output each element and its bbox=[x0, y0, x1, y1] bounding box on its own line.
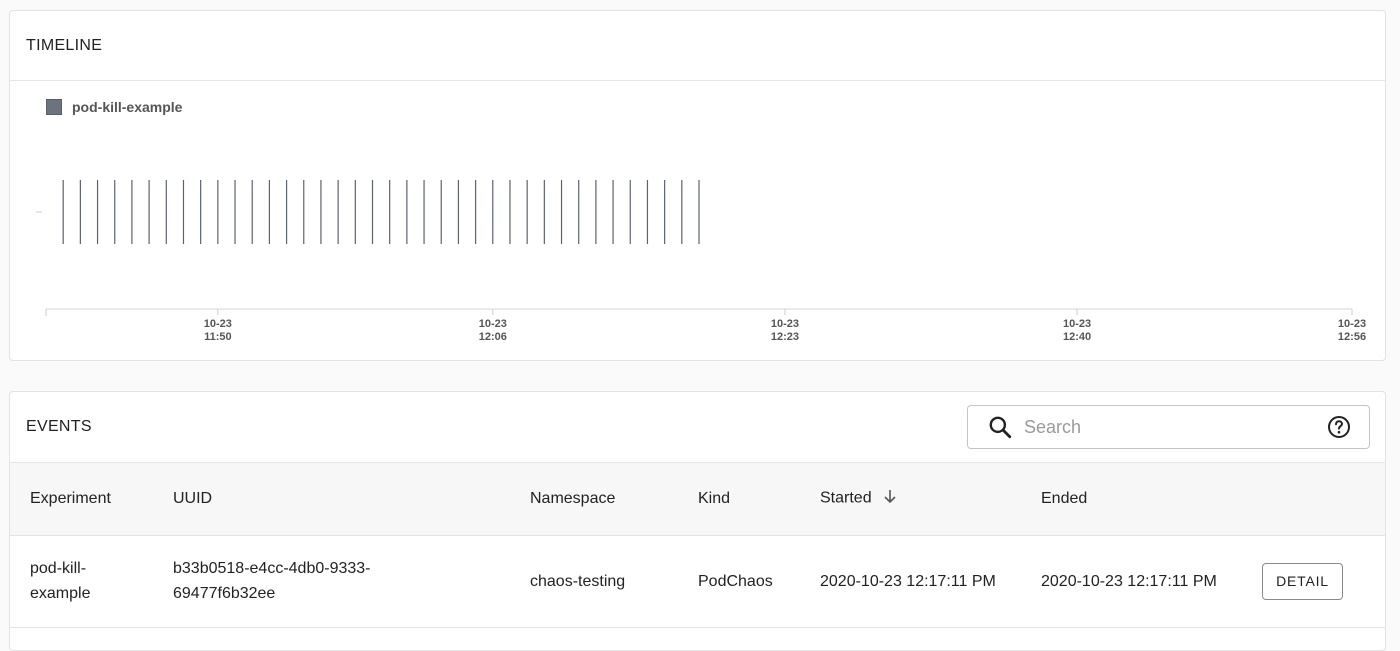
search-input[interactable] bbox=[1024, 416, 1325, 438]
legend-label: pod-kill-example bbox=[72, 99, 183, 115]
sort-arrow-down-icon[interactable] bbox=[882, 488, 898, 509]
timeline-panel: TIMELINE pod-kill-example 10-23 11:50 10-2… bbox=[9, 10, 1386, 361]
cell-namespace: chaos-testing bbox=[530, 572, 626, 590]
table-header-row: Experiment UUID Namespace Kind Started E… bbox=[10, 463, 1385, 535]
column-header-experiment[interactable]: Experiment bbox=[10, 463, 173, 535]
x-tick-label-date: 10-23 bbox=[1338, 318, 1366, 330]
x-tick-label-time: 12:40 bbox=[1063, 331, 1091, 343]
events-table: Experiment UUID Namespace Kind Started E… bbox=[10, 463, 1385, 628]
timeline-chart[interactable]: 10-2311:5010-2312:0610-2312:2310-2312:40… bbox=[10, 131, 1387, 361]
x-tick-label-time: 12:56 bbox=[1338, 331, 1366, 343]
legend-swatch bbox=[46, 99, 62, 115]
events-panel: EVENTS Experiment UUID Namespace Kind St… bbox=[9, 391, 1386, 651]
cell-uuid: b33b0518-e4cc-4db0-9333-69477f6b32ee bbox=[173, 560, 371, 602]
x-tick-label-time: 12:06 bbox=[479, 331, 507, 343]
column-header-namespace[interactable]: Namespace bbox=[530, 463, 698, 535]
chart-legend[interactable]: pod-kill-example bbox=[46, 99, 182, 115]
x-tick-label-date: 10-23 bbox=[1063, 318, 1091, 330]
search-icon bbox=[982, 409, 1018, 445]
column-header-uuid[interactable]: UUID bbox=[173, 463, 530, 535]
cell-ended: 2020-10-23 12:17:11 PM bbox=[1041, 572, 1217, 590]
detail-button[interactable]: DETAIL bbox=[1262, 562, 1343, 600]
x-tick-label-date: 10-23 bbox=[771, 318, 799, 330]
table-row: pod-kill-example b33b0518-e4cc-4db0-9333… bbox=[10, 535, 1385, 627]
column-header-started[interactable]: Started bbox=[820, 463, 1041, 535]
timeline-title: TIMELINE bbox=[10, 11, 1385, 81]
x-tick-label-date: 10-23 bbox=[479, 318, 507, 330]
cell-kind: PodChaos bbox=[698, 572, 773, 590]
column-header-ended[interactable]: Ended bbox=[1041, 463, 1262, 535]
cell-experiment: pod-kill-example bbox=[30, 560, 91, 602]
column-header-kind[interactable]: Kind bbox=[698, 463, 820, 535]
events-header: EVENTS bbox=[10, 392, 1385, 463]
column-header-started-label: Started bbox=[820, 489, 872, 507]
x-tick-label-time: 12:23 bbox=[771, 331, 799, 343]
x-tick-label-time: 11:50 bbox=[204, 331, 232, 343]
search-field[interactable] bbox=[967, 405, 1370, 449]
help-icon[interactable] bbox=[1325, 413, 1353, 441]
column-header-actions bbox=[1262, 463, 1385, 535]
x-tick-label-date: 10-23 bbox=[204, 318, 232, 330]
events-title: EVENTS bbox=[26, 418, 92, 435]
cell-started: 2020-10-23 12:17:11 PM bbox=[820, 572, 996, 590]
cell-actions: DETAIL bbox=[1262, 535, 1385, 627]
